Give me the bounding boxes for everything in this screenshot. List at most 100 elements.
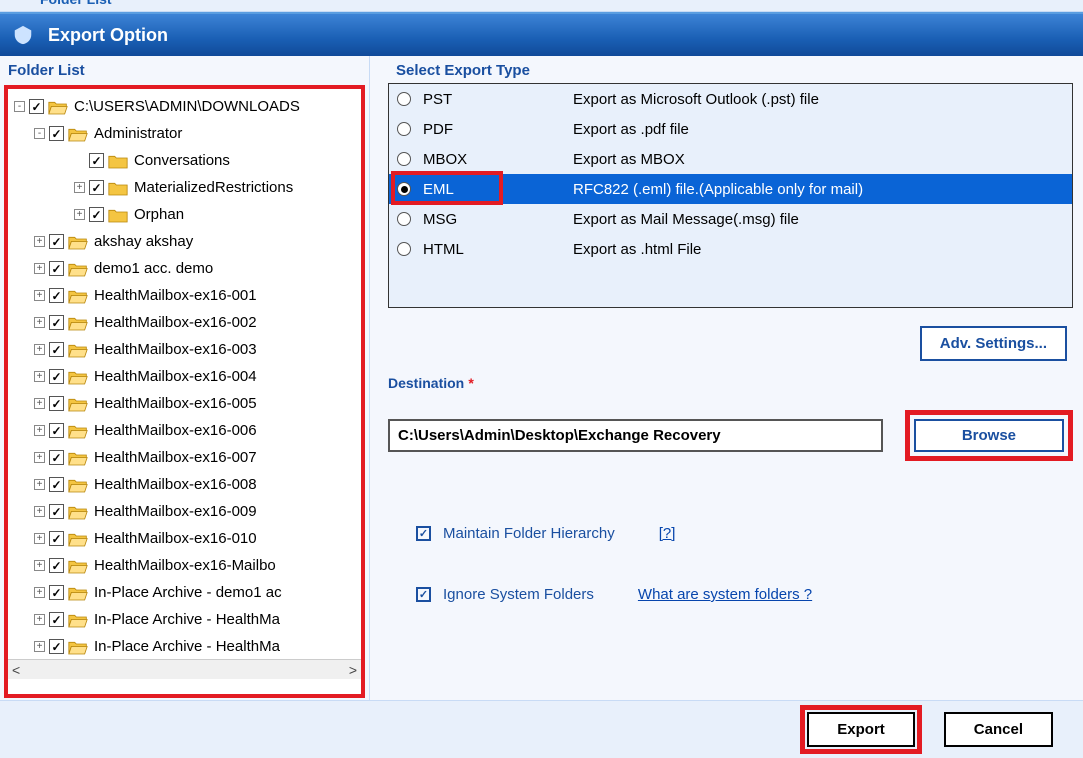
expand-icon[interactable]: + (34, 398, 45, 409)
tree-row[interactable]: + HealthMailbox-ex16-005 (12, 390, 361, 417)
tree-horizontal-scrollbar[interactable]: < > (8, 659, 361, 679)
tree-label: HealthMailbox-ex16-001 (94, 287, 257, 304)
tree-row[interactable]: + HealthMailbox-ex16-004 (12, 363, 361, 390)
export-type-eml[interactable]: EMLRFC822 (.eml) file.(Applicable only f… (389, 174, 1072, 204)
export-type-name: MBOX (423, 151, 573, 168)
tree-checkbox[interactable] (49, 450, 64, 465)
tree-checkbox[interactable] (49, 396, 64, 411)
tree-checkbox[interactable] (49, 342, 64, 357)
tree-row[interactable]: +HealthMailbox-ex16-006 (12, 417, 361, 444)
tree-row[interactable]: + In-Place Archive - demo1 ac (12, 579, 361, 606)
folder-icon (68, 234, 88, 250)
expand-icon[interactable]: + (34, 614, 45, 625)
folder-tree[interactable]: -C:\USERS\ADMIN\DOWNLOADS-AdministratorC… (8, 89, 361, 659)
tree-checkbox[interactable] (49, 261, 64, 276)
tree-row[interactable]: +HealthMailbox-ex16-003 (12, 336, 361, 363)
expand-icon[interactable]: + (74, 209, 85, 220)
tree-checkbox[interactable] (89, 180, 104, 195)
tree-checkbox[interactable] (49, 423, 64, 438)
collapse-icon[interactable]: - (34, 128, 45, 139)
tree-row[interactable]: -C:\USERS\ADMIN\DOWNLOADS (12, 93, 361, 120)
export-type-msg[interactable]: MSGExport as Mail Message(.msg) file (389, 204, 1072, 234)
export-type-radio[interactable] (397, 122, 411, 136)
tree-row[interactable]: Conversations (12, 147, 361, 174)
tree-row[interactable]: -Administrator (12, 120, 361, 147)
expand-icon[interactable]: + (34, 641, 45, 652)
maintain-hierarchy-checkbox[interactable] (416, 526, 431, 541)
cancel-button[interactable]: Cancel (944, 712, 1053, 747)
tree-row[interactable]: + akshay akshay (12, 228, 361, 255)
tree-label: HealthMailbox-ex16-005 (94, 395, 257, 412)
tree-checkbox[interactable] (49, 639, 64, 654)
expand-icon[interactable]: + (34, 506, 45, 517)
tree-row[interactable]: + HealthMailbox-ex16-001 (12, 282, 361, 309)
expand-icon[interactable]: + (34, 560, 45, 571)
export-type-pdf[interactable]: PDFExport as .pdf file (389, 114, 1072, 144)
expand-icon[interactable]: + (34, 290, 45, 301)
tree-row[interactable]: +HealthMailbox-ex16-010 (12, 525, 361, 552)
collapse-icon[interactable]: - (14, 101, 25, 112)
tree-row[interactable]: + MaterializedRestrictions (12, 174, 361, 201)
folder-icon (68, 396, 88, 412)
tree-row[interactable]: +demo1 acc. demo (12, 255, 361, 282)
tree-row[interactable]: +HealthMailbox-ex16-008 (12, 471, 361, 498)
tree-checkbox[interactable] (49, 288, 64, 303)
export-type-radio[interactable] (397, 242, 411, 256)
tree-row[interactable]: +In-Place Archive - HealthMa (12, 606, 361, 633)
destination-input[interactable] (388, 419, 883, 452)
tree-row[interactable]: +In-Place Archive - HealthMa (12, 633, 361, 659)
ignore-system-folders-checkbox[interactable] (416, 587, 431, 602)
folder-icon (68, 423, 88, 439)
export-type-radio[interactable] (397, 212, 411, 226)
expand-placeholder (74, 155, 85, 166)
tree-label: akshay akshay (94, 233, 193, 250)
tree-row[interactable]: +HealthMailbox-ex16-009 (12, 498, 361, 525)
tree-checkbox[interactable] (89, 207, 104, 222)
scroll-left-icon[interactable]: < (12, 662, 20, 678)
expand-icon[interactable]: + (34, 533, 45, 544)
export-button[interactable]: Export (807, 712, 915, 747)
expand-icon[interactable]: + (34, 371, 45, 382)
expand-icon[interactable]: + (34, 317, 45, 328)
expand-icon[interactable]: + (34, 263, 45, 274)
expand-icon[interactable]: + (34, 236, 45, 247)
folder-icon (68, 639, 88, 655)
tree-checkbox[interactable] (49, 612, 64, 627)
export-type-radio[interactable] (397, 152, 411, 166)
tree-row[interactable]: +HealthMailbox-ex16-007 (12, 444, 361, 471)
export-type-html[interactable]: HTMLExport as .html File (389, 234, 1072, 264)
export-type-radio[interactable] (397, 182, 411, 196)
tree-checkbox[interactable] (49, 234, 64, 249)
tree-checkbox[interactable] (49, 558, 64, 573)
browse-button[interactable]: Browse (914, 419, 1064, 452)
tree-checkbox[interactable] (49, 369, 64, 384)
expand-icon[interactable]: + (34, 587, 45, 598)
tree-checkbox[interactable] (49, 531, 64, 546)
system-folders-help-link[interactable]: What are system folders ? (638, 586, 812, 603)
folder-icon (68, 477, 88, 493)
tree-row[interactable]: +HealthMailbox-ex16-Mailbo (12, 552, 361, 579)
expand-icon[interactable]: + (74, 182, 85, 193)
expand-icon[interactable]: + (34, 344, 45, 355)
expand-icon[interactable]: + (34, 479, 45, 490)
maintain-hierarchy-help-link[interactable]: [?] (659, 525, 676, 542)
tree-checkbox[interactable] (49, 585, 64, 600)
tree-row[interactable]: +HealthMailbox-ex16-002 (12, 309, 361, 336)
tree-checkbox[interactable] (49, 126, 64, 141)
tree-checkbox[interactable] (89, 153, 104, 168)
tree-label: MaterializedRestrictions (134, 179, 293, 196)
tree-checkbox[interactable] (49, 477, 64, 492)
tree-checkbox[interactable] (29, 99, 44, 114)
export-type-pst[interactable]: PSTExport as Microsoft Outlook (.pst) fi… (389, 84, 1072, 114)
tree-row[interactable]: +Orphan (12, 201, 361, 228)
expand-icon[interactable]: + (34, 425, 45, 436)
export-type-mbox[interactable]: MBOXExport as MBOX (389, 144, 1072, 174)
tree-label: In-Place Archive - demo1 ac (94, 584, 282, 601)
export-type-radio[interactable] (397, 92, 411, 106)
expand-icon[interactable]: + (34, 452, 45, 463)
scroll-right-icon[interactable]: > (349, 662, 357, 678)
tree-checkbox[interactable] (49, 315, 64, 330)
adv-settings-button[interactable]: Adv. Settings... (920, 326, 1067, 361)
tree-checkbox[interactable] (49, 504, 64, 519)
tree-label: HealthMailbox-ex16-004 (94, 368, 257, 385)
